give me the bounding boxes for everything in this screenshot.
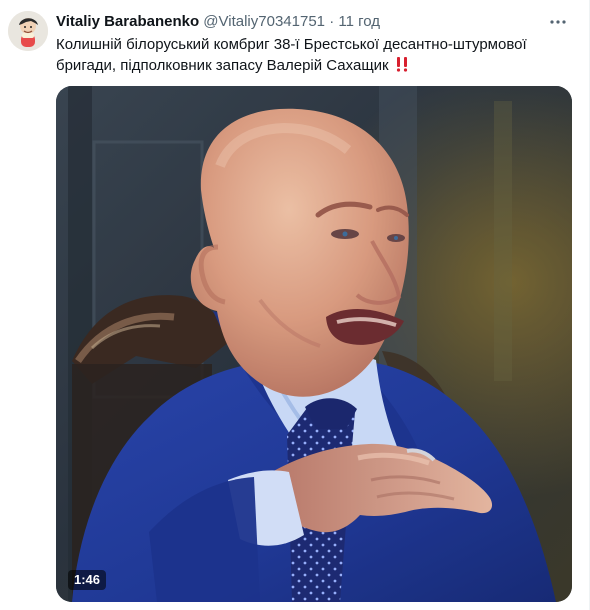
author-handle[interactable]: @Vitaliy70341751 <box>203 13 325 30</box>
video-play-area[interactable] <box>56 86 572 602</box>
tweet-timestamp[interactable]: 11 год <box>338 13 380 30</box>
more-options-button[interactable] <box>547 12 569 32</box>
tweet-body-text: Колишній білоруський комбриг 38-ї Брестс… <box>56 36 527 74</box>
header-separator: · <box>329 13 335 30</box>
more-horizontal-icon <box>550 20 566 24</box>
tweet-card[interactable]: Vitaliy Barabanenko @Vitaliy70341751 · 1… <box>0 0 590 610</box>
video-duration-badge: 1:46 <box>68 570 107 590</box>
tweet-header: Vitaliy Barabanenko @Vitaliy70341751 · 1… <box>56 13 380 31</box>
double-exclamation-icon <box>395 56 410 78</box>
author-avatar[interactable] <box>8 11 48 51</box>
tweet-text: Колишній білоруський комбриг 38-ї Брестс… <box>56 34 556 78</box>
author-name[interactable]: Vitaliy Barabanenko <box>56 13 199 30</box>
avatar-image <box>8 11 48 51</box>
tweet-video[interactable]: 1:46 <box>56 86 572 602</box>
